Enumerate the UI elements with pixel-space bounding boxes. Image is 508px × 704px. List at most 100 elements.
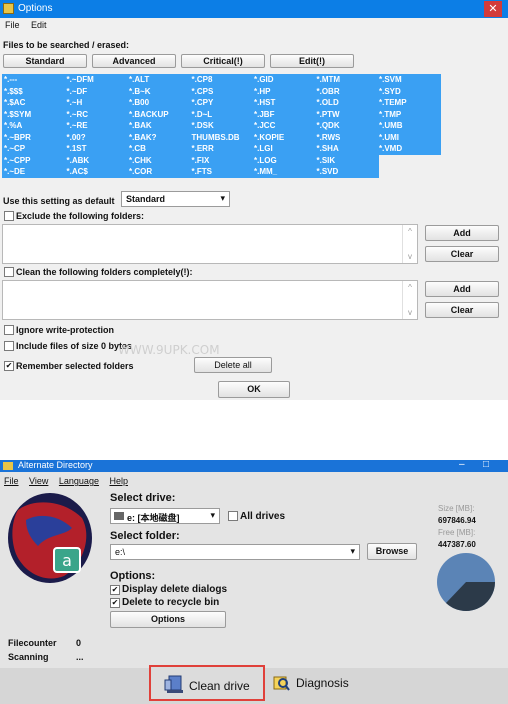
extension-item[interactable]: *.GID xyxy=(252,74,316,86)
extension-item[interactable]: *.RWS xyxy=(315,132,379,144)
extension-item[interactable]: *.AC$ xyxy=(65,166,129,178)
clean-scrollbar[interactable]: ^ v xyxy=(402,281,417,319)
scroll-up-icon[interactable]: ^ xyxy=(403,227,417,236)
standard-button[interactable]: Standard xyxy=(3,54,87,68)
menu-language[interactable]: Language xyxy=(59,476,99,486)
extension-item[interactable]: *.SVM xyxy=(377,74,441,86)
scroll-up-icon[interactable]: ^ xyxy=(403,283,417,292)
extension-item[interactable]: *.SVD xyxy=(315,166,379,178)
exclude-folders-list[interactable]: ^ v xyxy=(2,224,418,264)
extension-item[interactable]: *.FIX xyxy=(190,155,254,167)
include-checkbox[interactable] xyxy=(4,341,14,351)
critical-button[interactable]: Critical(!) xyxy=(181,54,265,68)
extension-item[interactable]: *.COR xyxy=(127,166,191,178)
extension-item[interactable]: *.TEMP xyxy=(377,97,441,109)
ok-button[interactable]: OK xyxy=(218,381,290,398)
extension-item[interactable]: *.00? xyxy=(65,132,129,144)
ignore-checkbox[interactable] xyxy=(4,325,14,335)
extension-item[interactable]: *.VMD xyxy=(377,143,441,155)
extension-item[interactable]: *.PTW xyxy=(315,109,379,121)
edit-button[interactable]: Edit(!) xyxy=(270,54,354,68)
extension-item[interactable]: *.LOG xyxy=(252,155,316,167)
extension-item[interactable]: *.DSK xyxy=(190,120,254,132)
clean-clear-button[interactable]: Clear xyxy=(425,302,499,318)
extension-item[interactable]: *.~BPR xyxy=(2,132,66,144)
delete-recycle-checkbox[interactable]: ✔ xyxy=(110,598,120,608)
menu-file[interactable]: File xyxy=(5,20,20,30)
extension-item[interactable]: *.JBF xyxy=(252,109,316,121)
extension-item[interactable]: *.SHA xyxy=(315,143,379,155)
exclude-checkbox[interactable] xyxy=(4,211,14,221)
extension-item[interactable]: *.LGI xyxy=(252,143,316,155)
extension-item[interactable]: *.ALT xyxy=(127,74,191,86)
extension-item[interactable]: *.SIK xyxy=(315,155,379,167)
extension-item[interactable]: *.BACKUP xyxy=(127,109,191,121)
extension-item[interactable]: *.~RE xyxy=(65,120,129,132)
extension-item[interactable]: *.CPS xyxy=(190,86,254,98)
extension-item[interactable]: *.%A xyxy=(2,120,66,132)
browse-button[interactable]: Browse xyxy=(367,543,417,560)
extension-item[interactable]: *.CP8 xyxy=(190,74,254,86)
extension-item[interactable]: *.B~K xyxy=(127,86,191,98)
extension-item[interactable]: *.~DFM xyxy=(65,74,129,86)
diagnosis-button[interactable]: Diagnosis xyxy=(296,676,349,690)
extension-item[interactable]: *.OBR xyxy=(315,86,379,98)
maximize-button[interactable]: □ xyxy=(483,459,489,470)
extension-item[interactable]: *.KOPIE xyxy=(252,132,316,144)
default-select[interactable]: Standard ▾ xyxy=(121,191,230,207)
extension-item[interactable]: *.HP xyxy=(252,86,316,98)
extension-item[interactable]: *.HST xyxy=(252,97,316,109)
extension-item[interactable]: *.~RC xyxy=(65,109,129,121)
folder-input[interactable]: e:\ ▾ xyxy=(110,544,360,560)
clean-drive-button[interactable]: Clean drive xyxy=(149,665,265,701)
scroll-down-icon[interactable]: v xyxy=(403,252,417,261)
extension-item[interactable]: *.SYD xyxy=(377,86,441,98)
extension-item[interactable]: THUMBS.DB xyxy=(190,132,254,144)
clean-add-button[interactable]: Add xyxy=(425,281,499,297)
extension-item[interactable]: *.$AC xyxy=(2,97,66,109)
minimize-button[interactable]: – xyxy=(459,459,465,470)
exclude-add-button[interactable]: Add xyxy=(425,225,499,241)
options-button[interactable]: Options xyxy=(110,611,226,628)
extension-item[interactable]: *.$SYM xyxy=(2,109,66,121)
diagnosis-icon[interactable] xyxy=(272,674,290,692)
advanced-button[interactable]: Advanced xyxy=(92,54,176,68)
extension-item[interactable]: *.~CP xyxy=(2,143,66,155)
extension-item[interactable]: *.~H xyxy=(65,97,129,109)
extension-item[interactable]: *.QDK xyxy=(315,120,379,132)
extension-item[interactable]: *.BAK? xyxy=(127,132,191,144)
extension-item[interactable]: *.ABK xyxy=(65,155,129,167)
remember-checkbox[interactable]: ✔ xyxy=(4,361,14,371)
exclude-clear-button[interactable]: Clear xyxy=(425,246,499,262)
extension-item[interactable]: *.1ST xyxy=(65,143,129,155)
extension-item[interactable]: *.CHK xyxy=(127,155,191,167)
clean-folders-list[interactable]: ^ v xyxy=(2,280,418,320)
extension-item[interactable]: *.D~L xyxy=(190,109,254,121)
extension-item[interactable]: *.UMB xyxy=(377,120,441,132)
extension-item[interactable]: *.CB xyxy=(127,143,191,155)
all-drives-checkbox[interactable] xyxy=(228,511,238,521)
drive-select[interactable]: e: [本地磁盘] ▾ xyxy=(110,508,220,524)
extension-item[interactable]: *.BAK xyxy=(127,120,191,132)
extension-item[interactable]: *.~DE xyxy=(2,166,66,178)
clean-checkbox[interactable] xyxy=(4,267,14,277)
menu-file[interactable]: File xyxy=(4,476,19,486)
extension-item[interactable]: *.--- xyxy=(2,74,66,86)
menu-help[interactable]: Help xyxy=(109,476,128,486)
extensions-list[interactable]: *.--- *.$$$ *.$AC *.$SYM *.%A *.~BPR *.~CP *.~C… xyxy=(2,74,442,178)
delete-all-button[interactable]: Delete all xyxy=(194,357,272,373)
extension-item[interactable]: *.OLD xyxy=(315,97,379,109)
extension-item[interactable]: *.UMI xyxy=(377,132,441,144)
close-button[interactable]: ✕ xyxy=(484,1,502,17)
extension-item[interactable]: *.CPY xyxy=(190,97,254,109)
scroll-down-icon[interactable]: v xyxy=(403,308,417,317)
extension-item[interactable]: *.~CPP xyxy=(2,155,66,167)
extension-item[interactable]: *.TMP xyxy=(377,109,441,121)
menu-view[interactable]: View xyxy=(29,476,48,486)
extension-item[interactable]: *.MM_ xyxy=(252,166,316,178)
display-delete-checkbox[interactable]: ✔ xyxy=(110,585,120,595)
exclude-scrollbar[interactable]: ^ v xyxy=(402,225,417,263)
extension-item[interactable]: *.B00 xyxy=(127,97,191,109)
extension-item[interactable]: *.MTM xyxy=(315,74,379,86)
extension-item[interactable]: *.$$$ xyxy=(2,86,66,98)
